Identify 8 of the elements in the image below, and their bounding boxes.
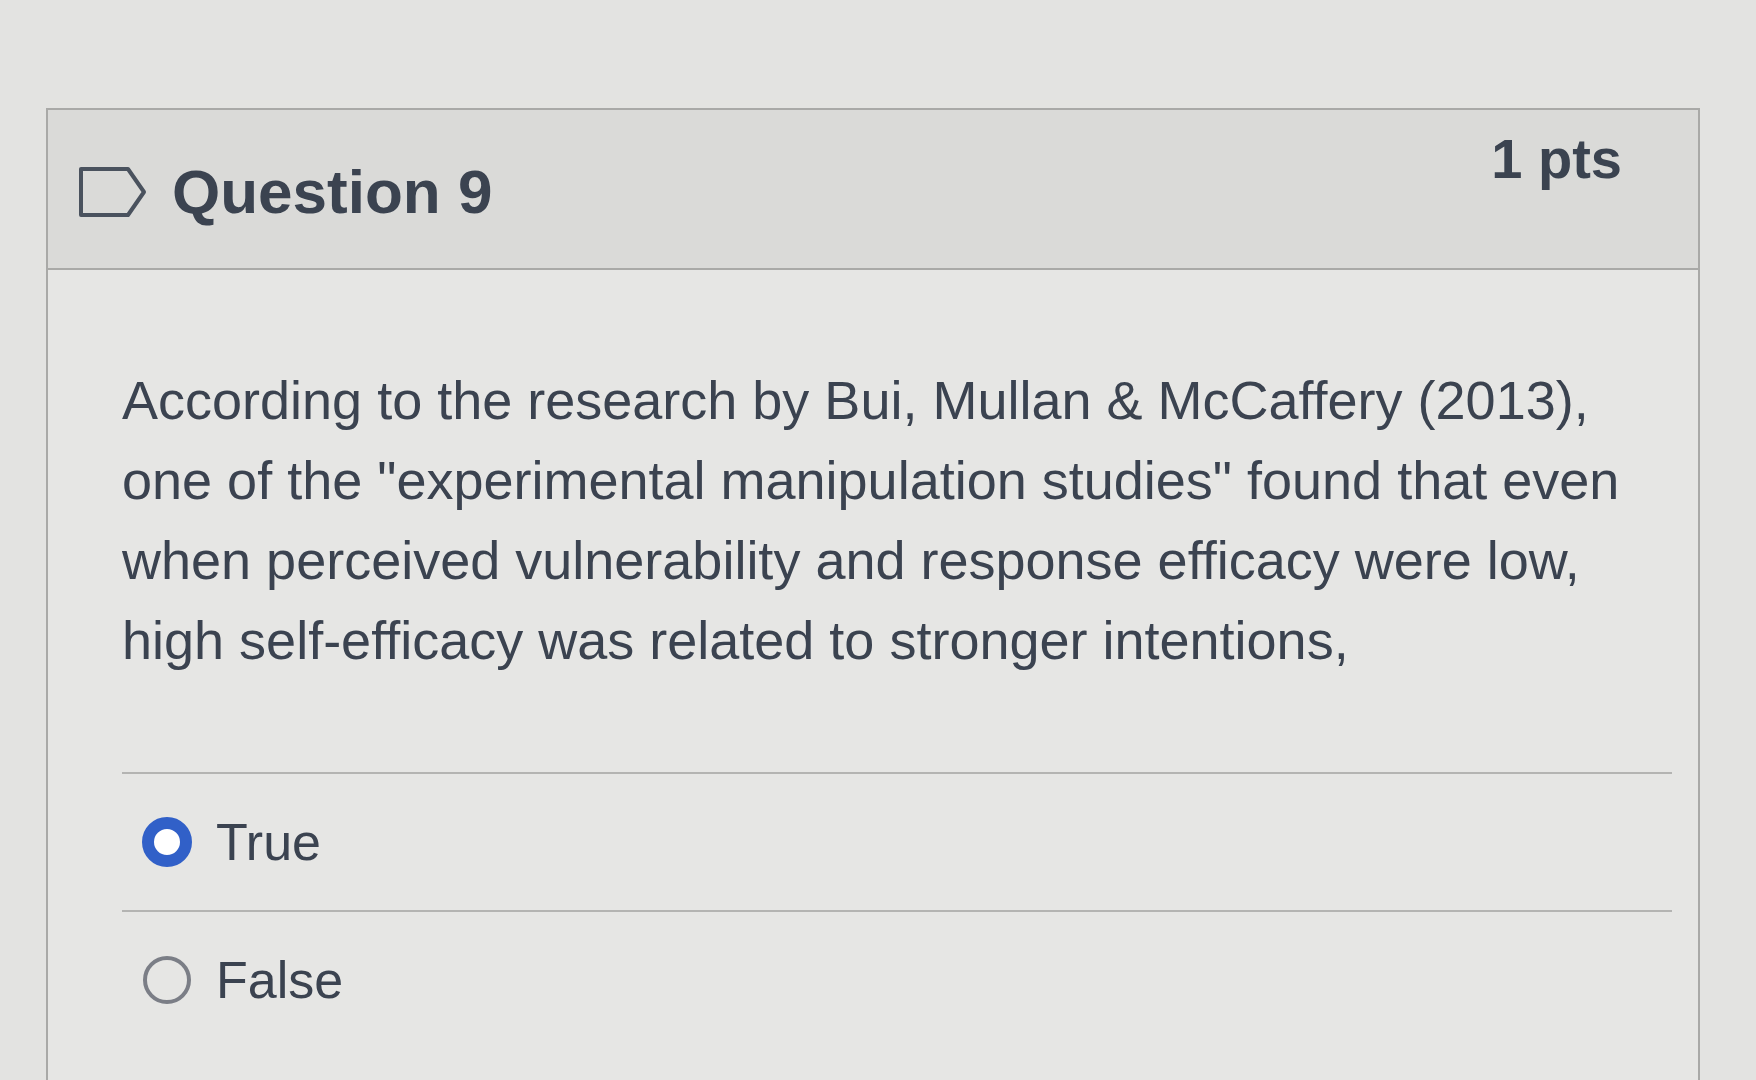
question-title: Question 9 <box>172 156 493 227</box>
points-label: 1 pts <box>1491 126 1622 191</box>
answer-label[interactable]: False <box>216 950 344 1010</box>
radio-button[interactable] <box>142 817 192 867</box>
question-text: According to the research by Bui, Mullan & McCaffery (2013), one of the "experimental manipulation studies" found that even when perceived vulnerability and response efficacy were low, high self-efficacy was related to stronger intentions, <box>122 369 1621 672</box>
radio-button[interactable] <box>142 955 192 1005</box>
answer-label[interactable]: True <box>216 812 321 872</box>
tag-icon[interactable] <box>78 165 148 218</box>
